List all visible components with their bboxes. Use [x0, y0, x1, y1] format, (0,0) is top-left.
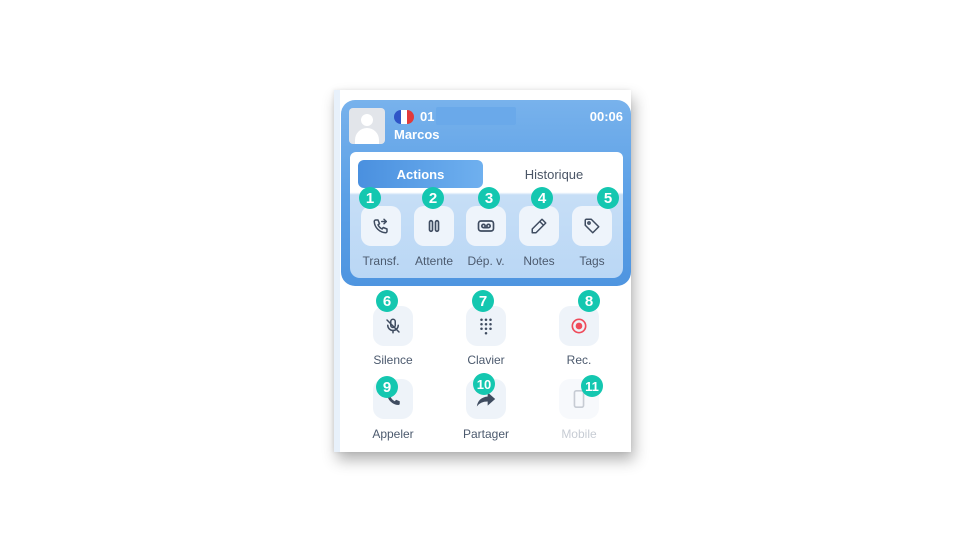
- annotation-badge-2: 2: [422, 187, 444, 209]
- notes-button[interactable]: [519, 206, 559, 246]
- annotation-badge-4: 4: [531, 187, 553, 209]
- tab-historique[interactable]: Historique: [500, 160, 608, 188]
- annotation-badge-10: 10: [473, 373, 495, 395]
- annotation-badge-5: 5: [597, 187, 619, 209]
- actions-panel: Actions Historique Transf. Attente Dép. …: [350, 152, 623, 278]
- pencil-icon: [531, 218, 547, 234]
- annotation-badge-1: 1: [359, 187, 381, 209]
- voicemail-label: Dép. v.: [467, 254, 505, 268]
- phone-transfer-icon: [373, 218, 388, 234]
- notes-label: Notes: [523, 254, 555, 268]
- avatar: [349, 108, 385, 144]
- voicemail-icon: [477, 220, 495, 232]
- call-timer: 00:06: [589, 109, 623, 124]
- dialpad-icon: [480, 318, 492, 335]
- tag-icon: [584, 218, 600, 234]
- share-label: Partager: [462, 427, 510, 441]
- caller-name: Marcos: [394, 127, 440, 142]
- mute-label: Silence: [373, 353, 413, 367]
- dialpad-button[interactable]: [466, 306, 506, 346]
- transfer-label: Transf.: [362, 254, 400, 268]
- annotation-badge-6: 6: [376, 290, 398, 312]
- transfer-button[interactable]: [361, 206, 401, 246]
- annotation-badge-7: 7: [472, 290, 494, 312]
- hold-button[interactable]: [414, 206, 454, 246]
- annotation-badge-8: 8: [578, 290, 600, 312]
- left-border-strip: [334, 90, 340, 452]
- dialpad-label: Clavier: [467, 353, 505, 367]
- microphone-off-icon: [386, 318, 400, 334]
- record-button[interactable]: [559, 306, 599, 346]
- record-label: Rec.: [566, 353, 592, 367]
- mute-button[interactable]: [373, 306, 413, 346]
- annotation-badge-11: 11: [581, 375, 603, 397]
- redacted-number: [436, 107, 516, 125]
- mobile-label: Mobile: [561, 427, 597, 441]
- annotation-badge-3: 3: [478, 187, 500, 209]
- pause-icon: [428, 219, 440, 233]
- hold-label: Attente: [414, 254, 454, 268]
- record-icon: [571, 318, 587, 334]
- voicemail-button[interactable]: [466, 206, 506, 246]
- tags-button[interactable]: [572, 206, 612, 246]
- caller-number: 01: [420, 109, 435, 124]
- annotation-badge-9: 9: [376, 376, 398, 398]
- call-widget: 01 Marcos 00:06 Actions Historique Trans…: [334, 90, 631, 452]
- tags-label: Tags: [579, 254, 605, 268]
- france-flag-icon: [394, 110, 414, 124]
- tab-actions[interactable]: Actions: [358, 160, 483, 188]
- call-label: Appeler: [372, 427, 414, 441]
